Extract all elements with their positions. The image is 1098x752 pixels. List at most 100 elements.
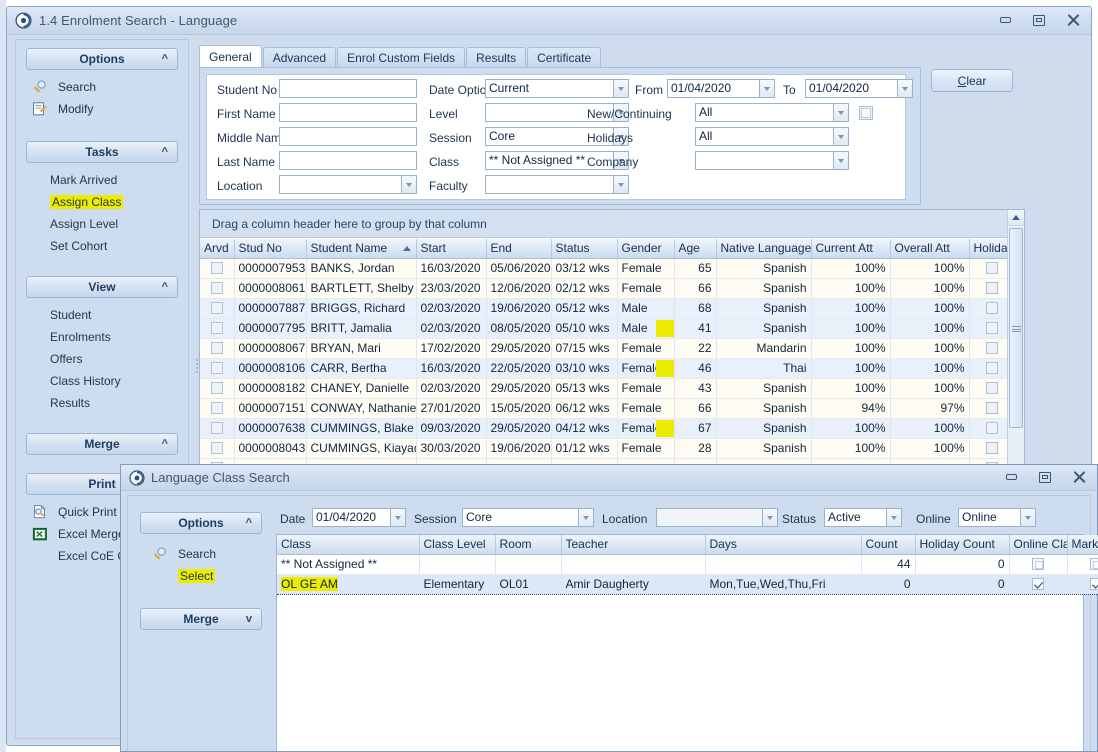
table-row[interactable]: 0000008067BRYAN, Mari17/02/202029/05/202… [200, 338, 1007, 358]
holiday-checkbox[interactable] [986, 322, 998, 334]
cell-holiday[interactable] [969, 318, 1007, 338]
holidays-combo[interactable]: All [695, 127, 849, 146]
sidebar-group-merge[interactable]: Merge ^ [26, 433, 178, 455]
modal-sidebar-item-search[interactable]: Search [136, 544, 266, 564]
col-native-language[interactable]: Native Language [716, 239, 811, 258]
tab-enrol-custom-fields[interactable]: Enrol Custom Fields [337, 47, 465, 68]
company-combo[interactable] [695, 151, 849, 170]
scroll-up-icon[interactable] [1008, 210, 1024, 226]
online-class-checkbox[interactable] [1032, 578, 1044, 590]
holiday-checkbox[interactable] [986, 442, 998, 454]
holiday-checkbox[interactable] [986, 422, 998, 434]
sidebar-item-results[interactable]: Results [28, 393, 188, 413]
holiday-checkbox[interactable] [986, 302, 998, 314]
modal-status-combo[interactable]: Active [824, 508, 902, 527]
mcol-class-level[interactable]: Class Level [419, 535, 495, 554]
cell-arvd[interactable] [200, 338, 234, 358]
col-end[interactable]: End [486, 239, 551, 258]
sidebar-item-set-cohort[interactable]: Set Cohort [28, 236, 188, 256]
tab-general[interactable]: General [199, 45, 262, 68]
cell-arvd[interactable] [200, 438, 234, 458]
online-class-checkbox[interactable] [1032, 558, 1044, 570]
sidebar-item-search[interactable]: Search [16, 77, 188, 97]
modal-sidebar-group-merge[interactable]: Merge v [140, 608, 262, 630]
chevron-down-icon[interactable] [833, 151, 849, 170]
chevron-down-icon[interactable] [762, 508, 778, 527]
maximize-icon[interactable] [1035, 468, 1055, 486]
col-start[interactable]: Start [416, 239, 486, 258]
first-name-input[interactable] [279, 103, 417, 122]
chevron-down-icon[interactable] [390, 508, 406, 527]
grid-vertical-scrollbar[interactable] [1007, 210, 1024, 470]
sidebar-group-view[interactable]: View ^ [26, 276, 178, 298]
sidebar-group-options[interactable]: Options ^ [26, 48, 178, 70]
mark-atten-checkbox[interactable] [1090, 578, 1098, 590]
tab-certificate[interactable]: Certificate [527, 47, 601, 68]
row-checkbox[interactable] [211, 322, 223, 334]
scrollbar-thumb[interactable] [1009, 228, 1023, 428]
cell-holiday[interactable] [969, 358, 1007, 378]
sidebar-item-class-history[interactable]: Class History [28, 371, 188, 391]
cell-arvd[interactable] [200, 378, 234, 398]
row-checkbox[interactable] [211, 422, 223, 434]
mcol-online-class[interactable]: Online Clas [1009, 535, 1067, 554]
cell-holiday[interactable] [969, 278, 1007, 298]
tab-results[interactable]: Results [466, 47, 526, 68]
chevron-down-icon[interactable] [833, 127, 849, 146]
row-checkbox[interactable] [211, 302, 223, 314]
col-current-att[interactable]: Current Att [811, 239, 890, 258]
holiday-checkbox[interactable] [986, 262, 998, 274]
table-row[interactable]: 0000008106CARR, Bertha16/03/202022/05/20… [200, 358, 1007, 378]
table-row[interactable]: 0000008043CUMMINGS, Kiayada30/03/202019/… [200, 438, 1007, 458]
close-icon[interactable] [1063, 11, 1083, 29]
row-checkbox[interactable] [211, 442, 223, 454]
table-row[interactable]: ** Not Assigned ** 44 0 [277, 554, 1098, 574]
chevron-down-icon[interactable] [897, 79, 913, 98]
cell-arvd[interactable] [200, 318, 234, 338]
table-row[interactable]: 0000007151CONWAY, Nathaniel27/01/202015/… [200, 398, 1007, 418]
mark-atten-checkbox[interactable] [1090, 558, 1098, 570]
col-overall-att[interactable]: Overall Att [890, 239, 969, 258]
maximize-icon[interactable] [1029, 11, 1049, 29]
cell-arvd[interactable] [200, 418, 234, 438]
chevron-down-icon[interactable] [759, 79, 775, 98]
mcell-mark-atten[interactable] [1067, 574, 1098, 594]
new-continuing-combo[interactable]: All [695, 103, 849, 122]
group-by-dropzone[interactable]: Drag a column header here to group by th… [200, 210, 1024, 238]
cell-arvd[interactable] [200, 298, 234, 318]
modal-sidebar-item-select[interactable]: Select [136, 566, 266, 586]
col-holiday[interactable]: Holiday [969, 239, 1007, 258]
col-age[interactable]: Age [674, 239, 716, 258]
chevron-down-icon[interactable] [833, 103, 849, 122]
cell-holiday[interactable] [969, 418, 1007, 438]
mcol-class[interactable]: Class [277, 535, 419, 554]
cell-arvd[interactable] [200, 258, 234, 278]
holiday-checkbox[interactable] [986, 382, 998, 394]
sidebar-item-assign-level[interactable]: Assign Level [28, 214, 188, 234]
row-checkbox[interactable] [211, 402, 223, 414]
cell-arvd[interactable] [200, 398, 234, 418]
tab-advanced[interactable]: Advanced [263, 47, 336, 68]
location-combo[interactable] [279, 175, 417, 194]
holiday-checkbox[interactable] [986, 282, 998, 294]
sidebar-item-modify[interactable]: Modify [16, 99, 188, 119]
table-row[interactable]: 0000008182CHANEY, Danielle02/03/202029/0… [200, 378, 1007, 398]
cell-holiday[interactable] [969, 378, 1007, 398]
chevron-down-icon[interactable] [401, 175, 417, 194]
cell-holiday[interactable] [969, 298, 1007, 318]
col-status[interactable]: Status [551, 239, 617, 258]
table-row[interactable]: 0000007638CUMMINGS, Blake09/03/202029/05… [200, 418, 1007, 438]
faculty-combo[interactable] [485, 175, 629, 194]
chevron-down-icon[interactable] [613, 79, 629, 98]
col-gender[interactable]: Gender [617, 239, 674, 258]
col-student-name[interactable]: Student Name [306, 239, 416, 258]
modal-date-combo[interactable]: 01/04/2020 [312, 508, 406, 527]
student-no-input[interactable] [279, 79, 417, 98]
sidebar-item-mark-arrived[interactable]: Mark Arrived [28, 170, 188, 190]
cell-holiday[interactable] [969, 438, 1007, 458]
cell-holiday[interactable] [969, 398, 1007, 418]
holiday-checkbox[interactable] [986, 342, 998, 354]
table-row[interactable]: 0000007887BRIGGS, Richard02/03/202019/06… [200, 298, 1007, 318]
sidebar-item-enrolments[interactable]: Enrolments [28, 327, 188, 347]
last-name-input[interactable] [279, 151, 417, 170]
